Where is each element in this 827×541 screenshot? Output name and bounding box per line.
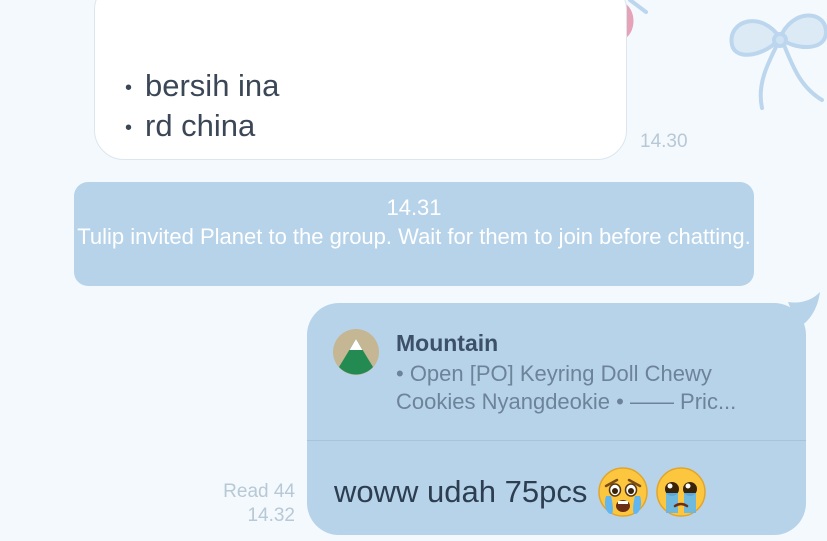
reply-preview-text: • Open [PO] Keyring Doll Chewy Cookies N… [396, 361, 737, 414]
bullet-list: bersih ina rd china [125, 67, 279, 147]
system-notice-time: 14.31 [386, 195, 442, 220]
crying-face-emoji-icon [598, 467, 649, 517]
message-text: woww udah 75pcs [334, 474, 588, 509]
system-notice-text: Tulip invited Planet to the group. Wait … [77, 224, 751, 249]
ribbon-bow-decoration [729, 13, 827, 110]
incoming-message-bubble[interactable]: bersih ina rd china [94, 0, 627, 160]
list-item: rd china [125, 107, 279, 147]
list-item: bersih ina [125, 67, 279, 107]
system-notice: 14.31 Tulip invited Planet to the group.… [74, 182, 754, 286]
read-status: Read 44 14.32 [190, 480, 295, 528]
message-text-row: woww udah 75pcs [334, 466, 707, 518]
outgoing-message-bubble[interactable]: Mountain • Open [PO] Keyring Doll Chewy … [307, 303, 806, 535]
mountain-avatar-icon [333, 329, 379, 375]
incoming-message-time: 14.30 [640, 131, 688, 152]
read-count: Read 44 [223, 481, 295, 502]
reply-sender-name: Mountain [396, 330, 499, 356]
ribbon-end-fragment [628, 0, 648, 14]
pleading-tears-face-emoji-icon [656, 467, 707, 517]
reply-preview[interactable]: Mountain • Open [PO] Keyring Doll Chewy … [307, 303, 806, 441]
outgoing-message-time: 14.32 [247, 505, 295, 526]
